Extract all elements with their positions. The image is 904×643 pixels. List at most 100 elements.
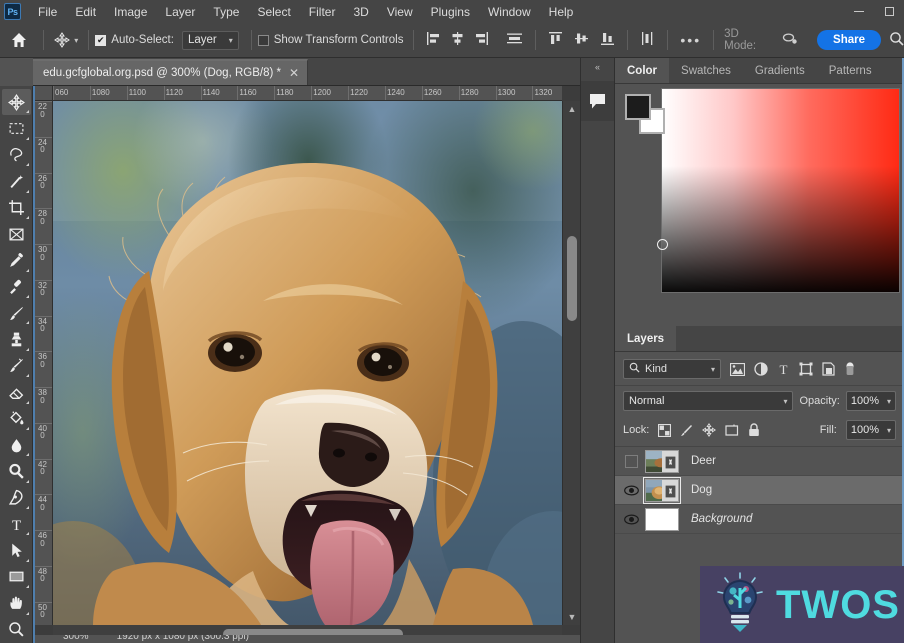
minimize-button[interactable] bbox=[844, 0, 874, 23]
smart-object-filter-icon[interactable] bbox=[822, 362, 835, 376]
align-left-edges-icon[interactable] bbox=[426, 31, 441, 49]
pixel-layer-filter-icon[interactable] bbox=[730, 362, 745, 376]
menu-help[interactable]: Help bbox=[540, 2, 583, 22]
layer-visibility-toggle[interactable] bbox=[617, 454, 645, 468]
gradient-tool[interactable] bbox=[2, 406, 31, 432]
eyedropper-tool[interactable] bbox=[2, 247, 31, 273]
rectangle-tool[interactable] bbox=[2, 564, 31, 590]
scroll-up-arrow[interactable]: ▲ bbox=[563, 101, 581, 117]
zoom-tool[interactable] bbox=[2, 617, 31, 643]
vertical-scroll-thumb[interactable] bbox=[567, 236, 577, 321]
tab-layers[interactable]: Layers bbox=[615, 326, 677, 351]
menu-image[interactable]: Image bbox=[105, 2, 156, 22]
menu-filter[interactable]: Filter bbox=[300, 2, 345, 22]
layer-kind-dropdown[interactable]: Kind ▾ bbox=[623, 359, 721, 379]
share-button[interactable]: Share bbox=[817, 30, 882, 50]
crop-tool[interactable] bbox=[2, 195, 31, 221]
marquee-tool[interactable] bbox=[2, 115, 31, 141]
auto-select-checkbox[interactable]: ✔ bbox=[95, 34, 107, 46]
layer-name[interactable]: Deer bbox=[691, 455, 716, 467]
table-row[interactable]: Dog bbox=[615, 476, 904, 505]
menu-type[interactable]: Type bbox=[204, 2, 248, 22]
menu-select[interactable]: Select bbox=[248, 2, 299, 22]
chevron-down-icon[interactable]: ▾ bbox=[887, 426, 891, 435]
canvas-vertical-scrollbar[interactable]: ▲ ▼ bbox=[562, 101, 580, 625]
document-canvas[interactable] bbox=[53, 101, 562, 625]
menu-view[interactable]: View bbox=[378, 2, 422, 22]
layer-thumbnail[interactable] bbox=[643, 476, 681, 504]
blur-tool[interactable] bbox=[2, 432, 31, 458]
close-icon[interactable]: ✕ bbox=[289, 66, 299, 80]
align-right-edges-icon[interactable] bbox=[474, 31, 489, 49]
eraser-tool[interactable] bbox=[2, 379, 31, 405]
collapse-panels-icon[interactable]: « bbox=[581, 58, 614, 75]
show-transform-group[interactable]: Show Transform Controls bbox=[257, 34, 403, 46]
search-icon[interactable] bbox=[889, 31, 904, 49]
fill-field[interactable]: 100% ▾ bbox=[845, 420, 896, 440]
distribute-vertical-icon[interactable] bbox=[634, 31, 661, 49]
align-bottom-edges-icon[interactable] bbox=[600, 31, 615, 49]
orbit-3d-icon[interactable] bbox=[773, 31, 807, 49]
color-ramp-cursor[interactable] bbox=[657, 239, 668, 250]
adjustment-layer-filter-icon[interactable] bbox=[754, 362, 768, 376]
brush-tool[interactable] bbox=[2, 300, 31, 326]
clone-stamp-tool[interactable] bbox=[2, 326, 31, 352]
menu-3d[interactable]: 3D bbox=[344, 2, 377, 22]
pen-tool[interactable] bbox=[2, 485, 31, 511]
menu-window[interactable]: Window bbox=[479, 2, 540, 22]
home-icon[interactable] bbox=[0, 32, 37, 48]
foreground-color-swatch[interactable] bbox=[625, 94, 651, 120]
layer-name[interactable]: Background bbox=[691, 513, 752, 525]
menu-plugins[interactable]: Plugins bbox=[422, 2, 479, 22]
toggle-filter-icon[interactable] bbox=[844, 361, 856, 377]
document-tab[interactable]: edu.gcfglobal.org.psd @ 300% (Dog, RGB/8… bbox=[33, 59, 309, 85]
layer-visibility-toggle[interactable] bbox=[617, 513, 645, 525]
tab-gradients[interactable]: Gradients bbox=[743, 58, 817, 83]
zoom-level[interactable]: 300% bbox=[63, 635, 89, 642]
frame-tool[interactable] bbox=[2, 221, 31, 247]
comment-bubble-icon[interactable] bbox=[581, 81, 614, 121]
distribute-horizontal-icon[interactable] bbox=[506, 31, 523, 49]
move-tool[interactable] bbox=[1, 89, 31, 116]
lock-transparent-pixels-icon[interactable] bbox=[658, 423, 672, 437]
opacity-field[interactable]: 100% ▾ bbox=[845, 391, 896, 411]
table-row[interactable]: Background bbox=[615, 505, 904, 534]
history-brush-tool[interactable] bbox=[2, 353, 31, 379]
show-transform-checkbox[interactable] bbox=[257, 34, 269, 46]
color-ramp[interactable] bbox=[657, 88, 900, 293]
layer-thumbnail[interactable] bbox=[645, 449, 679, 473]
active-tool-preset[interactable]: ▾ bbox=[50, 32, 82, 48]
lasso-tool[interactable] bbox=[2, 142, 31, 168]
align-horizontal-centers-icon[interactable] bbox=[450, 31, 465, 49]
tab-color[interactable]: Color bbox=[615, 58, 670, 83]
layer-name[interactable]: Dog bbox=[691, 484, 712, 496]
maximize-button[interactable] bbox=[874, 0, 904, 23]
blend-mode-dropdown[interactable]: Normal ▾ bbox=[623, 391, 794, 411]
layer-visibility-toggle[interactable] bbox=[617, 484, 645, 496]
lock-image-pixels-icon[interactable] bbox=[680, 424, 693, 437]
spot-healing-brush-tool[interactable] bbox=[2, 274, 31, 300]
auto-select-target-dropdown[interactable]: Layer ▾ bbox=[181, 30, 239, 50]
auto-select-group[interactable]: ✔ Auto-Select: bbox=[95, 34, 174, 46]
shape-layer-filter-icon[interactable] bbox=[799, 362, 813, 376]
scroll-down-arrow[interactable]: ▼ bbox=[563, 609, 581, 625]
lock-all-icon[interactable] bbox=[748, 423, 760, 437]
tab-swatches[interactable]: Swatches bbox=[669, 58, 743, 83]
align-top-edges-icon[interactable] bbox=[548, 31, 563, 49]
type-tool[interactable]: T bbox=[2, 511, 31, 537]
menu-edit[interactable]: Edit bbox=[66, 2, 105, 22]
align-vertical-centers-icon[interactable] bbox=[574, 31, 589, 49]
layer-thumbnail[interactable] bbox=[645, 507, 679, 531]
type-layer-filter-icon[interactable]: T bbox=[777, 362, 790, 376]
lock-artboard-nesting-icon[interactable] bbox=[725, 424, 739, 437]
path-selection-tool[interactable] bbox=[2, 537, 31, 563]
dodge-tool[interactable] bbox=[2, 458, 31, 484]
tab-patterns[interactable]: Patterns bbox=[817, 58, 884, 83]
menu-layer[interactable]: Layer bbox=[156, 2, 204, 22]
chevron-down-icon[interactable]: ▾ bbox=[887, 397, 891, 406]
magic-wand-tool[interactable] bbox=[2, 168, 31, 194]
hand-tool[interactable] bbox=[2, 590, 31, 616]
lock-position-icon[interactable] bbox=[702, 423, 717, 437]
more-options-button[interactable]: ••• bbox=[674, 32, 707, 48]
table-row[interactable]: Deer bbox=[615, 447, 904, 476]
